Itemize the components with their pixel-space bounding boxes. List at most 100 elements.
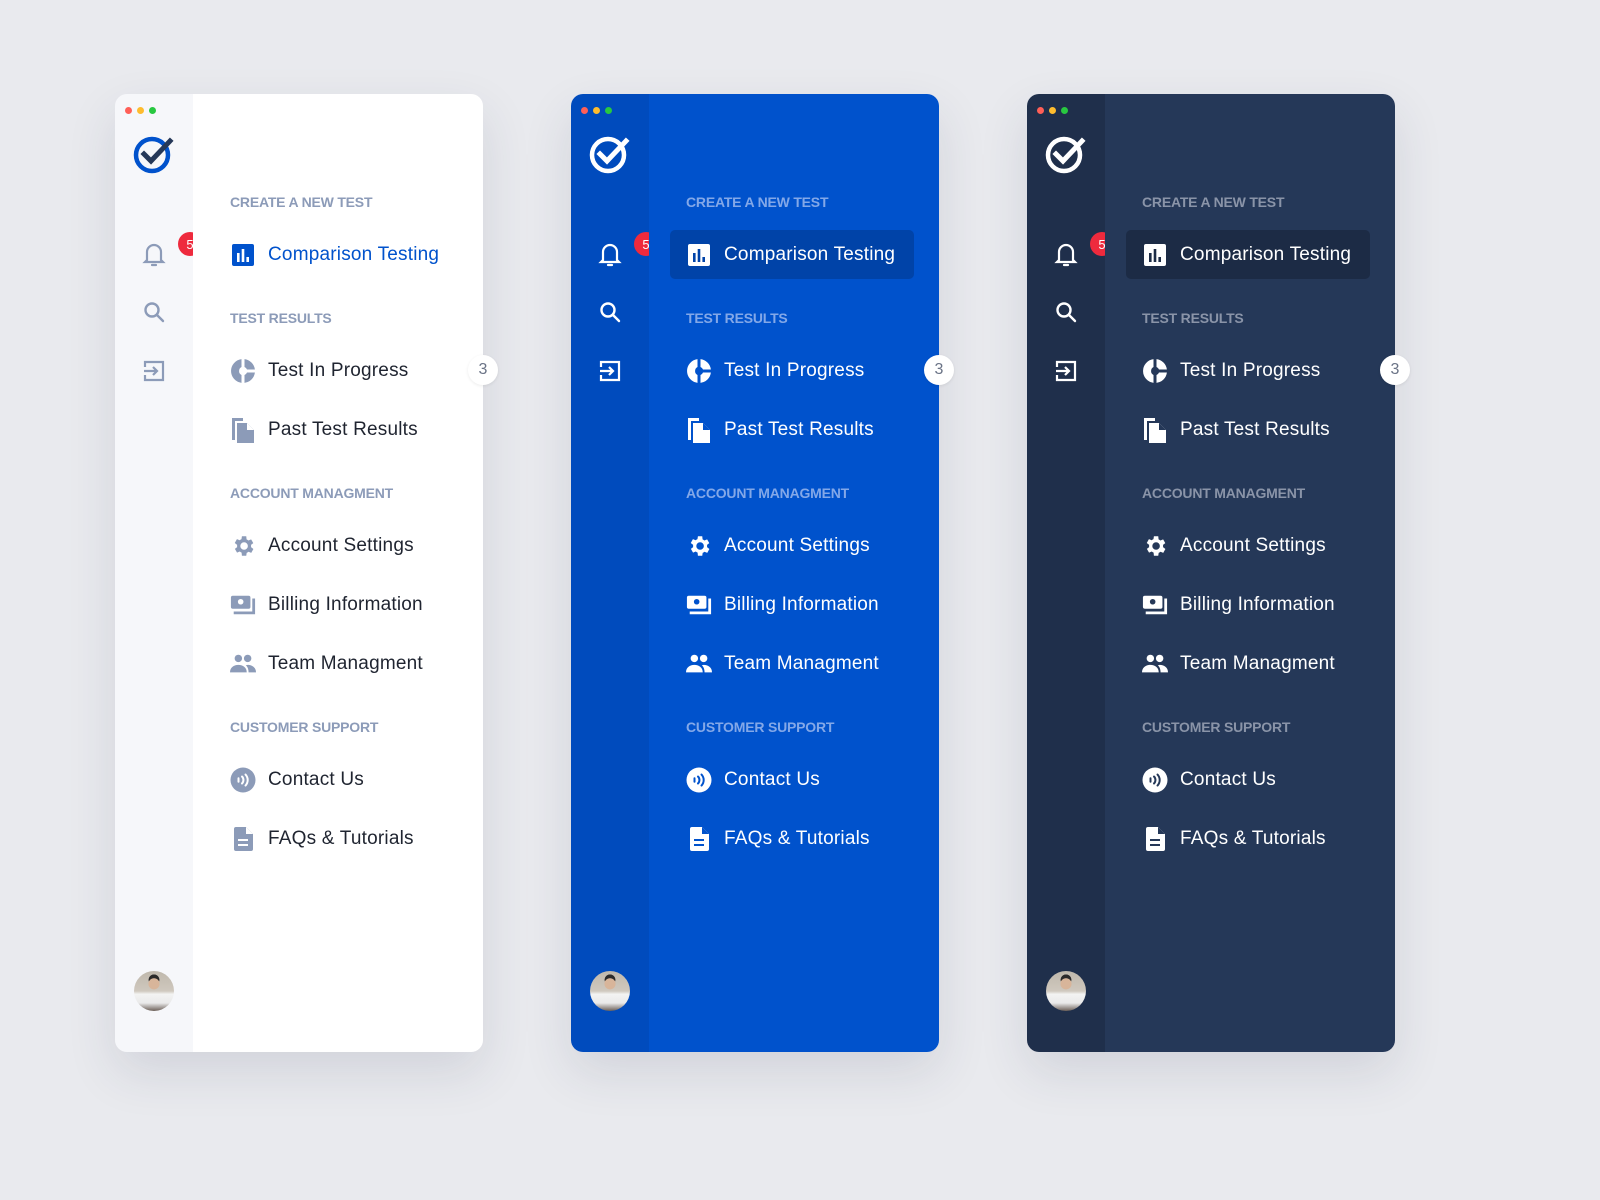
- pie-progress-icon: [230, 358, 256, 384]
- nav-item-test-in-progress[interactable]: Test In Progress: [214, 346, 458, 395]
- document-icon: [230, 826, 256, 852]
- section-heading: TEST RESULTS: [230, 310, 332, 326]
- nav-item-billing-information[interactable]: Billing Information: [1126, 580, 1370, 629]
- logo-check-icon[interactable]: [588, 132, 632, 176]
- close-dot[interactable]: [1037, 107, 1044, 114]
- nav-item-team-managment[interactable]: Team Managment: [214, 639, 458, 688]
- bar-chart-icon: [686, 242, 712, 268]
- nav-item-test-in-progress[interactable]: Test In Progress: [670, 346, 914, 395]
- nav-item-contact-us[interactable]: Contact Us: [1126, 755, 1370, 804]
- nav-item-faqs-tutorials[interactable]: FAQs & Tutorials: [214, 814, 458, 863]
- user-avatar[interactable]: [134, 971, 174, 1011]
- nav-item-label: Account Settings: [1180, 534, 1326, 556]
- nav-item-comparison-testing[interactable]: Comparison Testing: [1126, 230, 1370, 279]
- user-avatar[interactable]: [1046, 971, 1086, 1011]
- search-button[interactable]: [596, 298, 624, 326]
- contact-icon: [1142, 767, 1168, 793]
- section-heading: CREATE A NEW TEST: [686, 194, 829, 210]
- section-heading: TEST RESULTS: [686, 310, 788, 326]
- minimize-dot[interactable]: [1049, 107, 1056, 114]
- section-heading: CUSTOMER SUPPORT: [1142, 719, 1291, 735]
- nav-item-account-settings[interactable]: Account Settings: [670, 521, 914, 570]
- logo-check-icon[interactable]: [132, 132, 176, 176]
- gear-icon: [230, 533, 256, 559]
- search-icon: [600, 302, 621, 323]
- billing-icon: [686, 592, 712, 618]
- nav-item-label: Billing Information: [724, 593, 879, 615]
- gear-icon: [1142, 533, 1168, 559]
- section-heading: CUSTOMER SUPPORT: [686, 719, 835, 735]
- maximize-dot[interactable]: [1061, 107, 1068, 114]
- section-heading: CUSTOMER SUPPORT: [230, 719, 379, 735]
- section-heading: CREATE A NEW TEST: [1142, 194, 1285, 210]
- nav-item-faqs-tutorials[interactable]: FAQs & Tutorials: [1126, 814, 1370, 863]
- billing-icon: [1142, 592, 1168, 618]
- bar-chart-icon: [230, 242, 256, 268]
- sign-in-button[interactable]: [140, 357, 168, 385]
- notifications-button[interactable]: 5: [1052, 232, 1114, 268]
- nav-menu: CREATE A NEW TEST Comparison Testing TEST …: [193, 94, 483, 1052]
- nav-item-account-settings[interactable]: Account Settings: [214, 521, 458, 570]
- nav-item-past-test-results[interactable]: Past Test Results: [670, 405, 914, 454]
- nav-item-comparison-testing[interactable]: Comparison Testing: [214, 230, 458, 279]
- nav-item-label: Comparison Testing: [724, 243, 896, 265]
- notifications-button[interactable]: 5: [596, 232, 658, 268]
- nav-item-label: Test In Progress: [724, 359, 865, 381]
- nav-item-team-managment[interactable]: Team Managment: [670, 639, 914, 688]
- documents-icon: [230, 417, 256, 443]
- document-icon: [686, 826, 712, 852]
- nav-item-billing-information[interactable]: Billing Information: [670, 580, 914, 629]
- nav-item-comparison-testing[interactable]: Comparison Testing: [670, 230, 914, 279]
- nav-item-past-test-results[interactable]: Past Test Results: [1126, 405, 1370, 454]
- bell-icon: [1054, 243, 1078, 267]
- nav-item-account-settings[interactable]: Account Settings: [1126, 521, 1370, 570]
- window-controls: [125, 107, 156, 114]
- sidebar-panel-light: 5 CREATE A NEW TEST Comparison Testing TES…: [115, 94, 498, 1052]
- nav-item-label: Comparison Testing: [1180, 243, 1352, 265]
- sign-in-button[interactable]: [1052, 357, 1080, 385]
- nav-item-label: Contact Us: [724, 768, 820, 790]
- pie-progress-icon: [1142, 358, 1168, 384]
- team-icon: [1142, 651, 1168, 677]
- nav-item-label: Contact Us: [268, 768, 364, 790]
- contact-icon: [230, 767, 256, 793]
- user-avatar[interactable]: [590, 971, 630, 1011]
- nav-menu: CREATE A NEW TEST Comparison Testing TEST …: [649, 94, 939, 1052]
- minimize-dot[interactable]: [137, 107, 144, 114]
- maximize-dot[interactable]: [605, 107, 612, 114]
- section-heading: ACCOUNT MANAGMENT: [1142, 485, 1306, 501]
- nav-item-contact-us[interactable]: Contact Us: [670, 755, 914, 804]
- sign-in-button[interactable]: [596, 357, 624, 385]
- notifications-button[interactable]: 5: [140, 232, 202, 268]
- sign-in-icon: [1055, 360, 1077, 382]
- nav-item-contact-us[interactable]: Contact Us: [214, 755, 458, 804]
- search-button[interactable]: [140, 298, 168, 326]
- maximize-dot[interactable]: [149, 107, 156, 114]
- nav-item-label: Billing Information: [268, 593, 423, 615]
- nav-item-team-managment[interactable]: Team Managment: [1126, 639, 1370, 688]
- nav-item-label: Team Managment: [724, 652, 879, 674]
- nav-item-label: Account Settings: [724, 534, 870, 556]
- logo-check-icon[interactable]: [1044, 132, 1088, 176]
- nav-item-label: Contact Us: [1180, 768, 1276, 790]
- close-dot[interactable]: [581, 107, 588, 114]
- nav-item-past-test-results[interactable]: Past Test Results: [214, 405, 458, 454]
- gear-icon: [686, 533, 712, 559]
- icon-rail: 5: [571, 94, 658, 1052]
- in-progress-count-badge: 3: [1380, 355, 1410, 385]
- nav-item-label: Past Test Results: [1180, 418, 1330, 440]
- window-controls: [581, 107, 612, 114]
- nav-item-label: Test In Progress: [268, 359, 409, 381]
- search-button[interactable]: [1052, 298, 1080, 326]
- nav-item-label: Past Test Results: [724, 418, 874, 440]
- nav-item-test-in-progress[interactable]: Test In Progress: [1126, 346, 1370, 395]
- nav-item-label: Billing Information: [1180, 593, 1335, 615]
- close-dot[interactable]: [125, 107, 132, 114]
- nav-item-faqs-tutorials[interactable]: FAQs & Tutorials: [670, 814, 914, 863]
- section-heading: ACCOUNT MANAGMENT: [686, 485, 850, 501]
- search-icon: [1056, 302, 1077, 323]
- nav-item-label: Test In Progress: [1180, 359, 1321, 381]
- nav-item-billing-information[interactable]: Billing Information: [214, 580, 458, 629]
- minimize-dot[interactable]: [593, 107, 600, 114]
- nav-item-label: Team Managment: [1180, 652, 1335, 674]
